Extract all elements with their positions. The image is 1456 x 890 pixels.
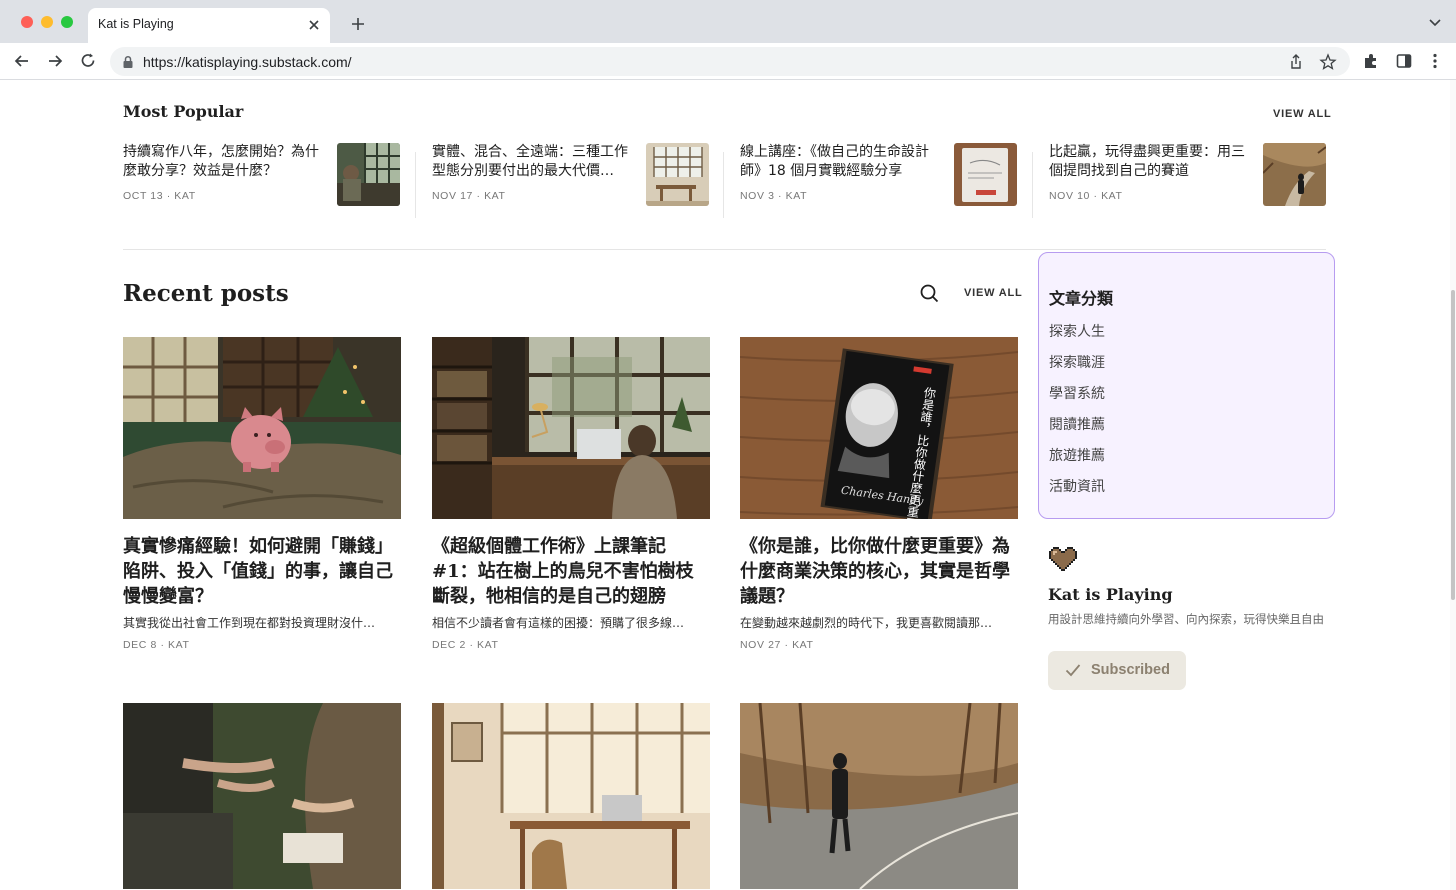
popular-post-2[interactable]: 實體、混合、全遠端：三種工作型態分別要付出的最大代價… NOV 17 · KAT — [432, 143, 710, 207]
post-card-5[interactable] — [432, 703, 710, 889]
post-image-piggy-bank[interactable] — [123, 337, 401, 519]
post-subtitle: 相信不少讀者會有這樣的困擾：預購了很多線… — [432, 616, 685, 630]
popular-post-thumbnail[interactable] — [1263, 143, 1326, 206]
post-image-conversation[interactable] — [123, 703, 401, 889]
popular-post-meta: NOV 10 · KAT — [1049, 190, 1123, 202]
category-heading: 文章分類 — [1049, 289, 1114, 308]
post-card-6[interactable] — [740, 703, 1018, 889]
post-subtitle: 其實我從出社會工作到現在都對投資理財沒什… — [123, 616, 376, 630]
back-icon[interactable] — [12, 51, 32, 71]
popular-post-meta: NOV 17 · KAT — [432, 190, 506, 202]
maximize-window-button[interactable] — [61, 16, 73, 28]
page-scrollbar[interactable] — [1450, 80, 1456, 890]
post-card-2[interactable]: 《超級個體工作術》上課筆記 #1：站在樹上的鳥兒不害怕樹枝斷裂，牠相信的是自己的… — [432, 337, 710, 657]
post-card-3[interactable]: 你是誰，比你做什麼更重要 Charles Handy 《你是誰，比你做什麼更重要… — [740, 337, 1018, 657]
browser-toolbar: https://katisplaying.substack.com/ — [0, 43, 1456, 80]
bookmark-star-icon[interactable] — [1319, 53, 1337, 71]
divider — [415, 152, 416, 218]
close-icon[interactable] — [306, 17, 322, 33]
extensions-icon[interactable] — [1362, 52, 1380, 70]
new-tab-icon[interactable] — [350, 16, 366, 32]
url-text: https://katisplaying.substack.com/ — [143, 54, 352, 70]
browser-tab[interactable]: Kat is Playing — [88, 8, 330, 43]
post-subtitle: 在變動越來越劇烈的時代下，我更喜歡閱讀那… — [740, 616, 993, 630]
popular-post-title[interactable]: 線上講座：《做自己的生命設計師》18 個月實戰經驗分享 — [740, 143, 940, 183]
pixel-heart-logo[interactable] — [1049, 545, 1077, 571]
recent-posts-view-all-link[interactable]: VIEW ALL — [964, 287, 1023, 299]
tab-title: Kat is Playing — [98, 17, 174, 31]
subscribed-button[interactable]: Subscribed — [1048, 651, 1186, 690]
category-panel: 文章分類 探索人生 探索職涯 學習系統 閱讀推薦 旅遊推薦 活動資訊 — [1038, 252, 1335, 519]
category-link[interactable]: 閱讀推薦 — [1049, 414, 1105, 434]
page-content: Most Popular VIEW ALL 持續寫作八年，怎麼開始？為什麼敢分享… — [0, 80, 1450, 890]
most-popular-view-all-link[interactable]: VIEW ALL — [1273, 108, 1332, 120]
post-image-book-cover[interactable]: 你是誰，比你做什麼更重要 Charles Handy — [740, 337, 1018, 519]
post-meta: DEC 2 · KAT — [432, 639, 499, 651]
browser-tab-bar: Kat is Playing — [0, 0, 1456, 43]
publication-description: 用設計思維持續向外學習、向內探索，玩得快樂且自由 — [1048, 612, 1324, 626]
scrollbar-thumb[interactable] — [1451, 290, 1455, 600]
section-divider — [123, 249, 1326, 250]
popular-post-3[interactable]: 線上講座：《做自己的生命設計師》18 個月實戰經驗分享 NOV 3 · KAT — [740, 143, 1018, 207]
chevron-down-icon[interactable] — [1428, 17, 1442, 29]
popular-post-meta: NOV 3 · KAT — [740, 190, 808, 202]
search-icon[interactable] — [920, 284, 939, 303]
more-menu-icon[interactable] — [1426, 52, 1444, 70]
forward-icon[interactable] — [45, 51, 65, 71]
reload-icon[interactable] — [78, 51, 98, 71]
share-icon[interactable] — [1287, 53, 1305, 71]
recent-posts-heading: Recent posts — [123, 280, 289, 307]
popular-post-meta: OCT 13 · KAT — [123, 190, 196, 202]
post-title[interactable]: 《超級個體工作術》上課筆記 #1：站在樹上的鳥兒不害怕樹枝斷裂，牠相信的是自己的… — [432, 534, 710, 609]
post-title[interactable]: 《你是誰，比你做什麼更重要》為什麼商業決策的核心，其實是哲學議題？ — [740, 534, 1018, 609]
divider — [1032, 152, 1033, 218]
category-link[interactable]: 探索人生 — [1049, 321, 1105, 341]
popular-post-thumbnail[interactable] — [646, 143, 709, 206]
post-meta: DEC 8 · KAT — [123, 639, 190, 651]
post-card-1[interactable]: 真實慘痛經驗！如何避開「賺錢」陷阱、投入「值錢」的事，讓自己慢慢變富？ 其實我從… — [123, 337, 401, 657]
category-link[interactable]: 活動資訊 — [1049, 476, 1105, 496]
popular-post-4[interactable]: 比起贏，玩得盡興更重要：用三個提問找到自己的賽道 NOV 10 · KAT — [1049, 143, 1327, 207]
lock-icon — [123, 55, 133, 68]
popular-post-thumbnail[interactable] — [337, 143, 400, 206]
popular-post-thumbnail[interactable] — [954, 143, 1017, 206]
popular-post-title[interactable]: 實體、混合、全遠端：三種工作型態分別要付出的最大代價… — [432, 143, 632, 183]
subscribed-label: Subscribed — [1091, 662, 1170, 678]
publication-name[interactable]: Kat is Playing — [1048, 585, 1173, 604]
category-link[interactable]: 學習系統 — [1049, 383, 1105, 403]
popular-post-1[interactable]: 持續寫作八年，怎麼開始？為什麼敢分享？效益是什麼？ OCT 13 · KAT — [123, 143, 401, 207]
category-link[interactable]: 探索職涯 — [1049, 352, 1105, 372]
post-image-sunlit-desk[interactable] — [432, 703, 710, 889]
category-link[interactable]: 旅遊推薦 — [1049, 445, 1105, 465]
divider — [723, 152, 724, 218]
close-window-button[interactable] — [21, 16, 33, 28]
post-title[interactable]: 真實慘痛經驗！如何避開「賺錢」陷阱、投入「值錢」的事，讓自己慢慢變富？ — [123, 534, 401, 609]
side-panel-icon[interactable] — [1395, 52, 1413, 70]
most-popular-heading: Most Popular — [123, 102, 244, 121]
minimize-window-button[interactable] — [41, 16, 53, 28]
post-meta: NOV 27 · KAT — [740, 639, 814, 651]
popular-post-title[interactable]: 持續寫作八年，怎麼開始？為什麼敢分享？效益是什麼？ — [123, 143, 323, 183]
address-bar[interactable]: https://katisplaying.substack.com/ — [110, 47, 1350, 76]
post-image-desk-by-window[interactable] — [432, 337, 710, 519]
post-image-woman-walking-road[interactable] — [740, 703, 1018, 889]
checkmark-icon — [1065, 664, 1081, 677]
popular-post-title[interactable]: 比起贏，玩得盡興更重要：用三個提問找到自己的賽道 — [1049, 143, 1249, 183]
post-card-4[interactable] — [123, 703, 401, 889]
